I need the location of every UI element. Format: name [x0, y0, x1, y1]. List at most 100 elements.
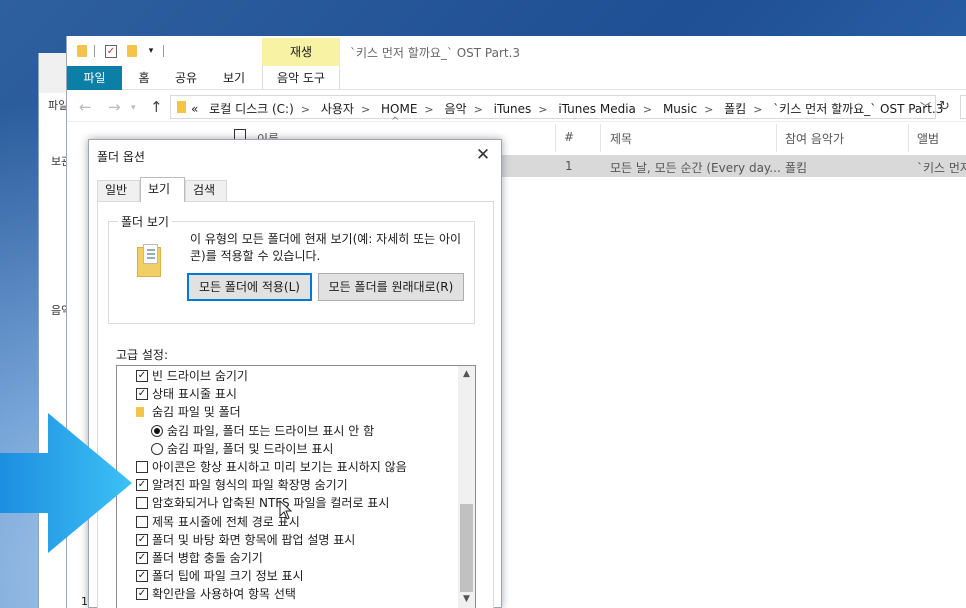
column-divider[interactable] — [600, 124, 601, 152]
nav-count: 1 — [81, 595, 88, 608]
chevron-right-icon[interactable]: > — [538, 103, 547, 116]
column-number[interactable]: # — [564, 130, 574, 144]
table-row[interactable]: 1 모든 날, 모든 순간 (Every day... 폴킴 `키스 먼저 — [502, 155, 966, 177]
vertical-scrollbar[interactable]: ▲ ▼ — [458, 366, 475, 608]
breadcrumb-overflow[interactable]: « — [191, 102, 198, 116]
folder-view-description: 이 유형의 모든 폴더에 현재 보기(예: 자세히 또는 아이콘)를 적용할 수… — [190, 232, 462, 263]
title-bar: ✓ ▾ 재생 `키스 먼저 할까요_` OST Part.3 — [67, 36, 966, 66]
advanced-setting-item[interactable]: ✓ 폴더 및 바탕 화면 항목에 팝업 설명 표시 — [117, 531, 457, 549]
advanced-setting-label: 아이콘은 항상 표시하고 미리 보기는 표시하지 않음 — [152, 460, 407, 474]
forward-arrow-icon[interactable]: → — [108, 98, 121, 116]
divider — [94, 45, 95, 57]
advanced-setting-item[interactable]: 숨김 파일, 폴더 또는 드라이브 표시 안 함 — [117, 422, 457, 440]
divider — [163, 45, 164, 57]
new-folder-icon[interactable] — [127, 45, 137, 57]
folder-icon — [77, 45, 87, 57]
column-artist[interactable]: 참여 음악가 — [785, 130, 844, 147]
advanced-setting-item[interactable]: ✓ 폴더 팁에 파일 크기 정보 표시 — [117, 567, 457, 585]
refresh-icon[interactable]: ↻ — [939, 99, 950, 114]
scroll-thumb[interactable] — [460, 504, 473, 592]
up-arrow-icon[interactable]: ↑ — [150, 98, 163, 116]
chevron-right-icon[interactable]: > — [704, 103, 713, 116]
column-divider[interactable] — [908, 124, 909, 152]
tab-view[interactable]: 보기 — [140, 177, 185, 202]
chevron-down-icon[interactable]: ﹀ — [920, 99, 931, 115]
chevron-right-icon[interactable]: > — [643, 103, 652, 116]
advanced-setting-item[interactable]: ✓ 폴더 병합 충돌 숨기기 — [117, 549, 457, 567]
advanced-setting-label: 숨김 파일, 폴더 또는 드라이브 표시 안 함 — [167, 423, 375, 438]
advanced-setting-label: 상태 표시줄 표시 — [152, 387, 237, 402]
chevron-right-icon[interactable]: > — [753, 103, 762, 116]
chevron-right-icon[interactable]: > — [361, 103, 370, 116]
dialog-title: 폴더 옵션 — [97, 150, 145, 164]
column-album[interactable]: 앨범 — [917, 130, 939, 147]
tab-search[interactable]: 검색 — [185, 180, 227, 201]
cell-album: `키스 먼저 — [917, 161, 966, 175]
advanced-setting-label: 숨김 파일, 폴더 및 드라이브 표시 — [167, 441, 334, 456]
address-input[interactable]: « 로컬 디스크 (C:) > 사용자 > HOME > 음악 > iTunes > iT… — [170, 95, 943, 119]
chevron-right-icon[interactable]: > — [474, 103, 483, 116]
advanced-setting-label: 제목 표시줄에 전체 경로 표시 — [152, 514, 300, 529]
mouse-cursor-icon — [279, 500, 293, 520]
checkbox[interactable]: ✓ — [136, 552, 148, 564]
advanced-setting-item[interactable]: ✓ 빈 드라이브 숨기기 — [117, 367, 457, 385]
context-tab-play[interactable]: 재생 — [262, 38, 340, 66]
recent-locations-icon[interactable]: ▾ — [131, 103, 136, 113]
close-icon[interactable]: ✕ — [471, 143, 495, 167]
reset-folders-button[interactable]: 모든 폴더를 원래대로(R) — [318, 273, 464, 301]
advanced-setting-label: 알려진 파일 형식의 파일 확장명 숨기기 — [152, 478, 348, 493]
apply-to-folders-button[interactable]: 모든 폴더에 적용(L) — [187, 273, 312, 301]
sort-caret-icon: ^ — [391, 116, 400, 127]
back-arrow-icon[interactable]: ← — [79, 98, 92, 116]
scroll-up-icon[interactable]: ▲ — [458, 366, 475, 383]
folder-options-dialog: 폴더 옵션 ✕ 일반 보기 검색 폴더 보기 이 유형의 모든 폴더에 현재 보… — [88, 139, 502, 608]
advanced-setting-item[interactable]: 아이콘은 항상 표시하고 미리 보기는 표시하지 않음 — [117, 458, 457, 476]
tab-file[interactable]: 파일 — [67, 66, 122, 90]
search-input[interactable] — [960, 95, 966, 119]
breadcrumb-item[interactable]: `키스 먼저 할까요_` OST Part.3 — [773, 102, 943, 116]
pointer-arrow-graphic — [0, 413, 132, 553]
checkbox[interactable]: ✓ — [136, 570, 148, 583]
breadcrumb-item[interactable]: iTunes Media — [558, 102, 636, 116]
breadcrumb-item[interactable]: 로컬 디스크 (C:) — [209, 102, 294, 116]
column-divider[interactable] — [776, 124, 777, 152]
chevron-right-icon[interactable]: > — [424, 103, 433, 116]
advanced-settings-list[interactable]: ✓ 빈 드라이브 숨기기 ✓ 상태 표시줄 표시 숨김 파일 및 폴더숨김 파일, 폴더… — [116, 365, 476, 608]
advanced-setting-label: 암호화되거나 압축된 NTFS 파일을 컬러로 표시 — [152, 496, 390, 511]
checkbox[interactable]: ✓ — [136, 370, 148, 382]
tab-home[interactable]: 홈 — [129, 66, 159, 90]
breadcrumb-item[interactable]: 음악 — [444, 102, 466, 116]
radio-button[interactable] — [151, 442, 163, 455]
tab-view[interactable]: 보기 — [218, 66, 250, 90]
tab-general[interactable]: 일반 — [97, 180, 140, 201]
advanced-setting-item[interactable]: 숨김 파일, 폴더 및 드라이브 표시 — [117, 440, 457, 458]
advanced-setting-item[interactable]: ✓ 확인란을 사용하여 항목 선택 — [117, 585, 457, 603]
advanced-setting-label: 폴더 병합 충돌 숨기기 — [152, 551, 263, 565]
address-bar-row: ← → ▾ ↑ « 로컬 디스크 (C:) > 사용자 > HOME > 음악 > iT… — [67, 92, 966, 122]
breadcrumb-item[interactable]: iTunes — [494, 102, 532, 116]
advanced-setting-label: 빈 드라이브 숨기기 — [152, 369, 248, 383]
tab-share[interactable]: 공유 — [170, 66, 202, 90]
advanced-setting-item[interactable]: ✓ 알려진 파일 형식의 파일 확장명 숨기기 — [117, 476, 457, 494]
advanced-setting-item[interactable]: 숨김 파일 및 폴더 — [117, 403, 457, 421]
radio-button[interactable] — [151, 424, 163, 437]
cell-number: 1 — [565, 159, 573, 173]
customize-toolbar-icon[interactable]: ▾ — [145, 45, 157, 57]
properties-icon[interactable]: ✓ — [105, 45, 117, 58]
advanced-setting-label: 확인란을 사용하여 항목 선택 — [152, 587, 296, 602]
tab-music-tools[interactable]: 음악 도구 — [262, 66, 340, 90]
advanced-setting-item[interactable]: ✓ 상태 표시줄 표시 — [117, 385, 457, 403]
cell-artist: 폴킴 — [785, 161, 808, 175]
breadcrumb: « 로컬 디스크 (C:) > 사용자 > HOME > 음악 > iTunes > iT… — [191, 100, 950, 117]
breadcrumb-item[interactable]: 사용자 — [321, 102, 354, 116]
checkbox[interactable]: ✓ — [136, 588, 148, 601]
chevron-right-icon[interactable]: > — [301, 103, 310, 116]
breadcrumb-item[interactable]: 폴킴 — [724, 102, 746, 116]
checkbox[interactable]: ✓ — [136, 388, 148, 401]
breadcrumb-item[interactable]: HOME — [381, 102, 417, 116]
scroll-down-icon[interactable]: ▼ — [458, 591, 475, 608]
folder-view-label: 폴더 보기 — [118, 213, 172, 230]
column-divider[interactable] — [555, 124, 556, 152]
breadcrumb-item[interactable]: Music — [663, 102, 697, 116]
column-title[interactable]: 제목 — [610, 130, 632, 147]
